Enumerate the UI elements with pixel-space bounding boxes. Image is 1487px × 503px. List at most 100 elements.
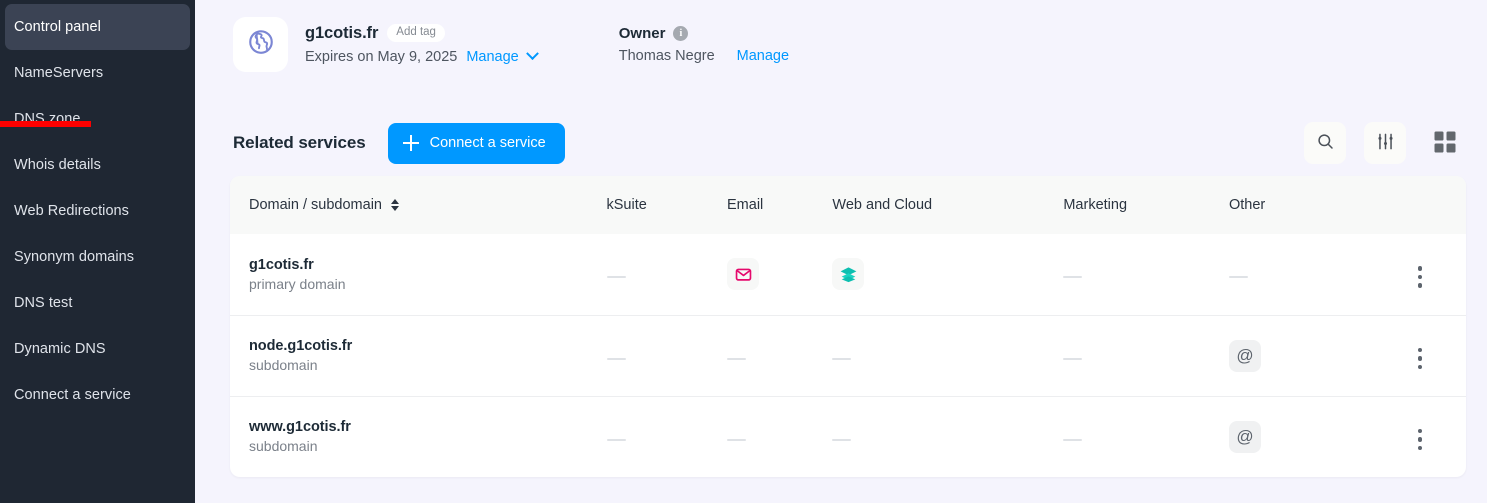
page-title: g1cotis.fr (305, 23, 379, 42)
grid-view-button[interactable] (1424, 122, 1466, 164)
kebab-menu-icon[interactable] (1415, 426, 1426, 454)
cell-other: @ (1229, 396, 1415, 477)
cell-marketing (1063, 315, 1229, 396)
table-row[interactable]: g1cotis.fr primary domain (230, 234, 1466, 315)
column-header-label: Domain / subdomain (249, 197, 382, 213)
cell-web-and-cloud (832, 315, 1063, 396)
connect-a-service-button[interactable]: Connect a service (387, 122, 565, 164)
domain-expiry-row: Expires on May 9, 2025 Manage (305, 47, 539, 65)
empty-dash-icon (606, 438, 626, 441)
sidebar: Control panel NameServers DNS zone Whois… (0, 0, 195, 503)
cell-email (727, 234, 832, 315)
sidebar-item-connect-a-service[interactable]: Connect a service (5, 372, 190, 418)
sidebar-item-control-panel[interactable]: Control panel (5, 4, 190, 50)
row-domain-name: g1cotis.fr (249, 256, 314, 273)
sidebar-item-label: Whois details (14, 157, 101, 173)
sidebar-item-whois-details[interactable]: Whois details (5, 142, 190, 188)
filter-button[interactable] (1364, 122, 1406, 164)
sidebar-item-label: Connect a service (14, 387, 131, 403)
cell-web-and-cloud (832, 396, 1063, 477)
owner-label: Owner (618, 24, 666, 42)
search-button[interactable] (1304, 122, 1346, 164)
sidebar-item-synonym-domains[interactable]: Synonym domains (5, 234, 190, 280)
row-domain-name: www.g1cotis.fr (249, 419, 351, 436)
mail-icon[interactable] (727, 258, 759, 291)
add-tag-button[interactable]: Add tag (387, 23, 445, 43)
cell-email (727, 396, 832, 477)
sidebar-item-dynamic-dns[interactable]: Dynamic DNS (5, 326, 190, 372)
cell-web-and-cloud (832, 234, 1063, 315)
plus-icon (402, 135, 419, 151)
sort-arrows-icon[interactable] (391, 199, 399, 211)
at-icon[interactable]: @ (1229, 339, 1261, 372)
sidebar-item-nameservers[interactable]: NameServers (5, 50, 190, 96)
related-services-table-card: Domain / subdomain kSuite Email Web and … (230, 176, 1466, 477)
empty-dash-icon (727, 438, 746, 441)
row-domain-type: primary domain (249, 275, 346, 292)
connect-button-label: Connect a service (429, 135, 546, 151)
app-root: Control panel NameServers DNS zone Whois… (0, 0, 1487, 503)
at-icon[interactable]: @ (1229, 420, 1261, 453)
layers-icon[interactable] (832, 258, 865, 291)
empty-dash-icon (832, 357, 852, 360)
cell-ksuite (606, 396, 727, 477)
sidebar-item-label: Control panel (14, 19, 101, 35)
owner-title-row: Owner i (619, 25, 789, 42)
sidebar-item-dns-test[interactable]: DNS test (5, 280, 190, 326)
cell-domain: g1cotis.fr primary domain (230, 234, 607, 315)
empty-dash-icon (832, 438, 852, 441)
sidebar-item-label: DNS test (14, 295, 73, 311)
table-header-row: Domain / subdomain kSuite Email Web and … (230, 176, 1466, 234)
sidebar-item-label: NameServers (14, 65, 104, 81)
table-header: Domain / subdomain kSuite Email Web and … (230, 176, 1466, 234)
row-domain-type: subdomain (249, 357, 318, 373)
annotation-underline (0, 121, 91, 127)
cell-email (727, 315, 832, 396)
cell-ksuite (606, 234, 727, 315)
empty-dash-icon (1063, 438, 1083, 441)
cell-marketing (1063, 234, 1229, 315)
related-services-table: Domain / subdomain kSuite Email Web and … (230, 176, 1466, 477)
search-icon (1316, 132, 1335, 154)
sidebar-item-label: Dynamic DNS (14, 341, 106, 357)
expiry-text: Expires on May 9, 2025 (305, 48, 458, 65)
empty-dash-icon (1063, 357, 1083, 360)
table-row[interactable]: www.g1cotis.fr subdomain @ (230, 396, 1466, 477)
cell-ksuite (606, 315, 727, 396)
sidebar-item-dns-zone[interactable]: DNS zone (5, 96, 190, 142)
filter-sliders-icon (1376, 132, 1395, 154)
grid-view-icon (1433, 130, 1457, 157)
row-domain-name: node.g1cotis.fr (249, 338, 353, 354)
kebab-menu-icon[interactable] (1415, 345, 1426, 373)
empty-dash-icon (606, 357, 626, 360)
main-content: g1cotis.fr Add tag Expires on May 9, 202… (195, 0, 1487, 503)
toolbar-actions (1304, 122, 1466, 164)
info-icon[interactable]: i (673, 25, 689, 41)
table-body: g1cotis.fr primary domain node.g1cotis.f… (230, 234, 1466, 477)
owner-manage-link[interactable]: Manage (737, 48, 789, 64)
chevron-down-icon[interactable] (525, 47, 539, 61)
cell-actions (1415, 315, 1466, 396)
column-header-marketing: Marketing (1063, 197, 1128, 213)
domain-info: g1cotis.fr Add tag Expires on May 9, 202… (305, 24, 539, 65)
owner-name: Thomas Negre (618, 47, 715, 64)
kebab-menu-icon[interactable] (1415, 263, 1426, 291)
sidebar-item-web-redirections[interactable]: Web Redirections (5, 188, 190, 234)
column-header-web-and-cloud: Web and Cloud (832, 197, 933, 213)
owner-detail-row: Thomas Negre Manage (619, 48, 789, 64)
cell-domain: www.g1cotis.fr subdomain (230, 396, 607, 477)
domain-header: g1cotis.fr Add tag Expires on May 9, 202… (195, 0, 1487, 76)
empty-dash-icon (727, 357, 746, 360)
cell-domain: node.g1cotis.fr subdomain (230, 315, 607, 396)
domain-avatar (233, 16, 288, 72)
table-row[interactable]: node.g1cotis.fr subdomain @ (230, 315, 1466, 396)
column-header-ksuite: kSuite (606, 197, 647, 213)
globe-icon (246, 27, 276, 62)
column-header-domain[interactable]: Domain / subdomain (230, 176, 607, 234)
empty-dash-icon (1229, 276, 1248, 279)
domain-title-row: g1cotis.fr Add tag (305, 24, 537, 43)
expiry-manage-link[interactable]: Manage (466, 49, 518, 65)
sidebar-item-label: Web Redirections (14, 203, 129, 219)
column-header-actions (1415, 176, 1466, 234)
section-title: Related services (233, 133, 366, 152)
